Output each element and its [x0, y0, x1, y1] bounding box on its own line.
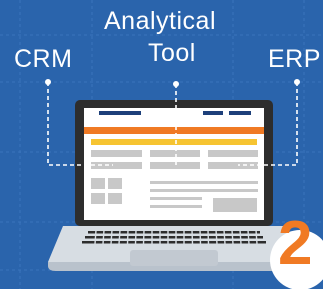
keyboard-key-gaps	[94, 229, 258, 245]
screen-row-block-1	[91, 150, 142, 157]
screen-thumb-1	[91, 178, 105, 189]
connector-dots	[45, 79, 300, 87]
crm-label: CRM	[14, 45, 73, 73]
erp-connector-dot	[294, 79, 300, 85]
erp-label: ERP	[268, 45, 321, 73]
keyboard-icon	[82, 231, 266, 244]
trackpad-icon	[130, 250, 218, 266]
screen-row-block-5	[150, 162, 200, 169]
screen-text-line-2	[150, 189, 258, 192]
screen-row-block-2	[150, 150, 200, 157]
screen-thumb-2	[108, 178, 122, 189]
analytical-tool-connector-dot	[173, 81, 179, 87]
laptop-icon	[48, 100, 300, 271]
crm-connector-dot	[45, 79, 51, 85]
screen-thumb-3	[91, 193, 105, 204]
screen-text-line-4	[150, 205, 202, 208]
navbar-logo-bar	[99, 111, 141, 115]
step-number: 2	[278, 209, 313, 278]
navbar-menu-bar-2	[229, 111, 251, 115]
screen-card-block	[213, 198, 257, 212]
screen-text-line-1	[150, 181, 258, 184]
screen-text-line-3	[150, 197, 202, 200]
screen-thumb-4	[108, 193, 122, 204]
navbar-menu-bar-1	[203, 111, 223, 115]
analytical-label: Analytical	[104, 7, 216, 35]
tool-label: Tool	[148, 39, 196, 67]
screen-orange-bar	[84, 127, 264, 134]
screen-yellow-bar	[91, 139, 257, 145]
screen-row-block-3	[208, 150, 258, 157]
diagram-canvas: CRM Analytical Tool ERP 2	[0, 0, 323, 289]
